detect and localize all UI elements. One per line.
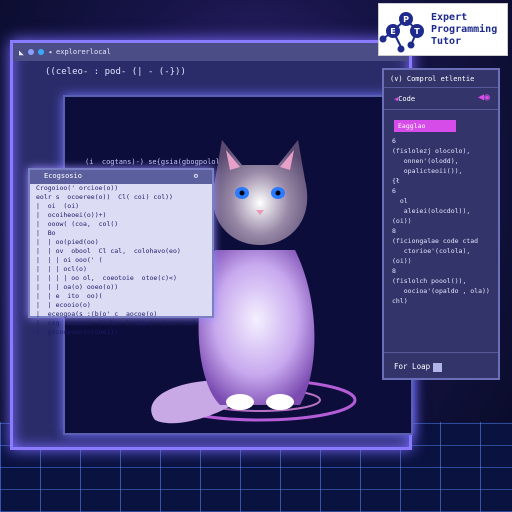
window-subtitle: ((celeo- : pod- (| - (-})) [45, 67, 186, 77]
settings-icon[interactable]: ⚙ [194, 172, 198, 180]
code-line: ( gecooeooo(o(ooei)) [36, 328, 119, 336]
code-line: | ocoiheoei(o))+) [36, 211, 107, 219]
panel-header: (∨) Comprol etlentie [384, 70, 498, 88]
code-line: | | | oa(o) ooeo(o)) [36, 283, 119, 291]
cat-body [198, 250, 315, 405]
code-line: 6 [392, 187, 396, 195]
code-line: aleiei(olocdol)), [392, 207, 471, 215]
logo-text: Programming [431, 23, 498, 35]
code-line: Crogoioo(' orcioe(o)) [36, 184, 119, 192]
code-line: onnen'(olodd), [392, 157, 459, 165]
status-dot-icon [27, 49, 34, 55]
panel-title: Comprol etlentie [406, 75, 475, 83]
back-icon[interactable]: ◣ [19, 48, 24, 57]
nav-label: Code [398, 95, 416, 103]
svg-text:T: T [414, 27, 420, 36]
code-line: | | | oi ooo(' ( [36, 256, 103, 264]
code-line: chl) [392, 297, 408, 305]
code-line: (fislolch poool()), [392, 277, 467, 285]
panel-nav: ◀Code ◀◉ [384, 88, 498, 110]
status-dot-icon [37, 49, 44, 55]
side-panel: (∨) Comprol etlentie ◀Code ◀◉ Eagglao 6 (f… [382, 68, 500, 380]
code-line: | | oo(pied(oo) [36, 238, 99, 246]
code-line: (fislolezj olocolo), [392, 147, 471, 155]
console-header: Ecogsosio ⚙ [30, 170, 212, 184]
code-line: (ficiongalae code ctad [392, 237, 479, 245]
example-badge[interactable]: Eagglao [394, 120, 456, 132]
logo: PE T Expert Programming Tutor [378, 3, 508, 56]
code-line: | oi (oi) [36, 202, 80, 210]
console-title: Ecogsosio [44, 172, 82, 180]
code-line: | ooow( (coa, col() [36, 220, 119, 228]
code-line: 8 [392, 227, 396, 235]
panel-footer: For Loap [384, 352, 498, 378]
svg-text:P: P [403, 15, 409, 24]
chevron-down-icon[interactable]: (∨) [390, 75, 403, 83]
code-line: {ł [392, 177, 400, 185]
code-line: | | ov obool Cl cal, colohavo(eo) [36, 247, 181, 255]
panel-code: 6 (fislolezj olocolo), onnen'(olodd), opa… [384, 136, 498, 306]
console-window[interactable]: Ecogsosio ⚙ Crogoioo(' orcioe(o)) eolr s o… [28, 168, 214, 336]
code-line: | | ecooio(o) [36, 301, 91, 309]
code-line: opalicteoii()), [392, 167, 463, 175]
record-icon[interactable]: ◀◉ [478, 92, 490, 103]
code-line: (oi)) [392, 217, 412, 225]
code-line: oocioa'(opaldo , ola)) [392, 287, 490, 295]
window-titlebar: ◣ ◂ explorerlocal [13, 43, 409, 61]
console-code: Crogoioo(' orcioe(o)) eolr s ocoeree(o)) … [30, 184, 212, 337]
code-line: | | | ocl(o) [36, 265, 87, 273]
code-line: | cog ocovco (cole: ) oboo( (oo, oo) [36, 319, 197, 327]
logo-text: Expert [431, 11, 468, 23]
code-line: (oi)) [392, 257, 412, 265]
code-line: ctorioe'(colola), [392, 247, 471, 255]
for-loop-label: For Loap [394, 362, 431, 371]
arrow-icon: ◂ [47, 48, 53, 56]
logo-molecule-icon: PE T [379, 11, 424, 52]
logo-text: Tutor [431, 35, 462, 47]
code-line: eolr s ocoeree(o)) Cl( coi) col)) [36, 193, 173, 201]
code-line: | | | | oo ol, coeotoie otoe(c)<) [36, 274, 177, 282]
code-line: | Bo [36, 229, 56, 237]
code-line: | | e ito oo)( [36, 292, 103, 300]
svg-text:E: E [390, 27, 395, 36]
code-line: | eceogoa(s :(b(o' c aocoe(o) [36, 310, 158, 318]
cat-head [212, 140, 308, 245]
window-title: explorerlocal [56, 48, 111, 56]
code-line: ol [392, 197, 408, 205]
for-loop-checkbox[interactable] [433, 362, 443, 372]
code-line: 6 [392, 137, 396, 145]
code-line: 8 [392, 267, 396, 275]
